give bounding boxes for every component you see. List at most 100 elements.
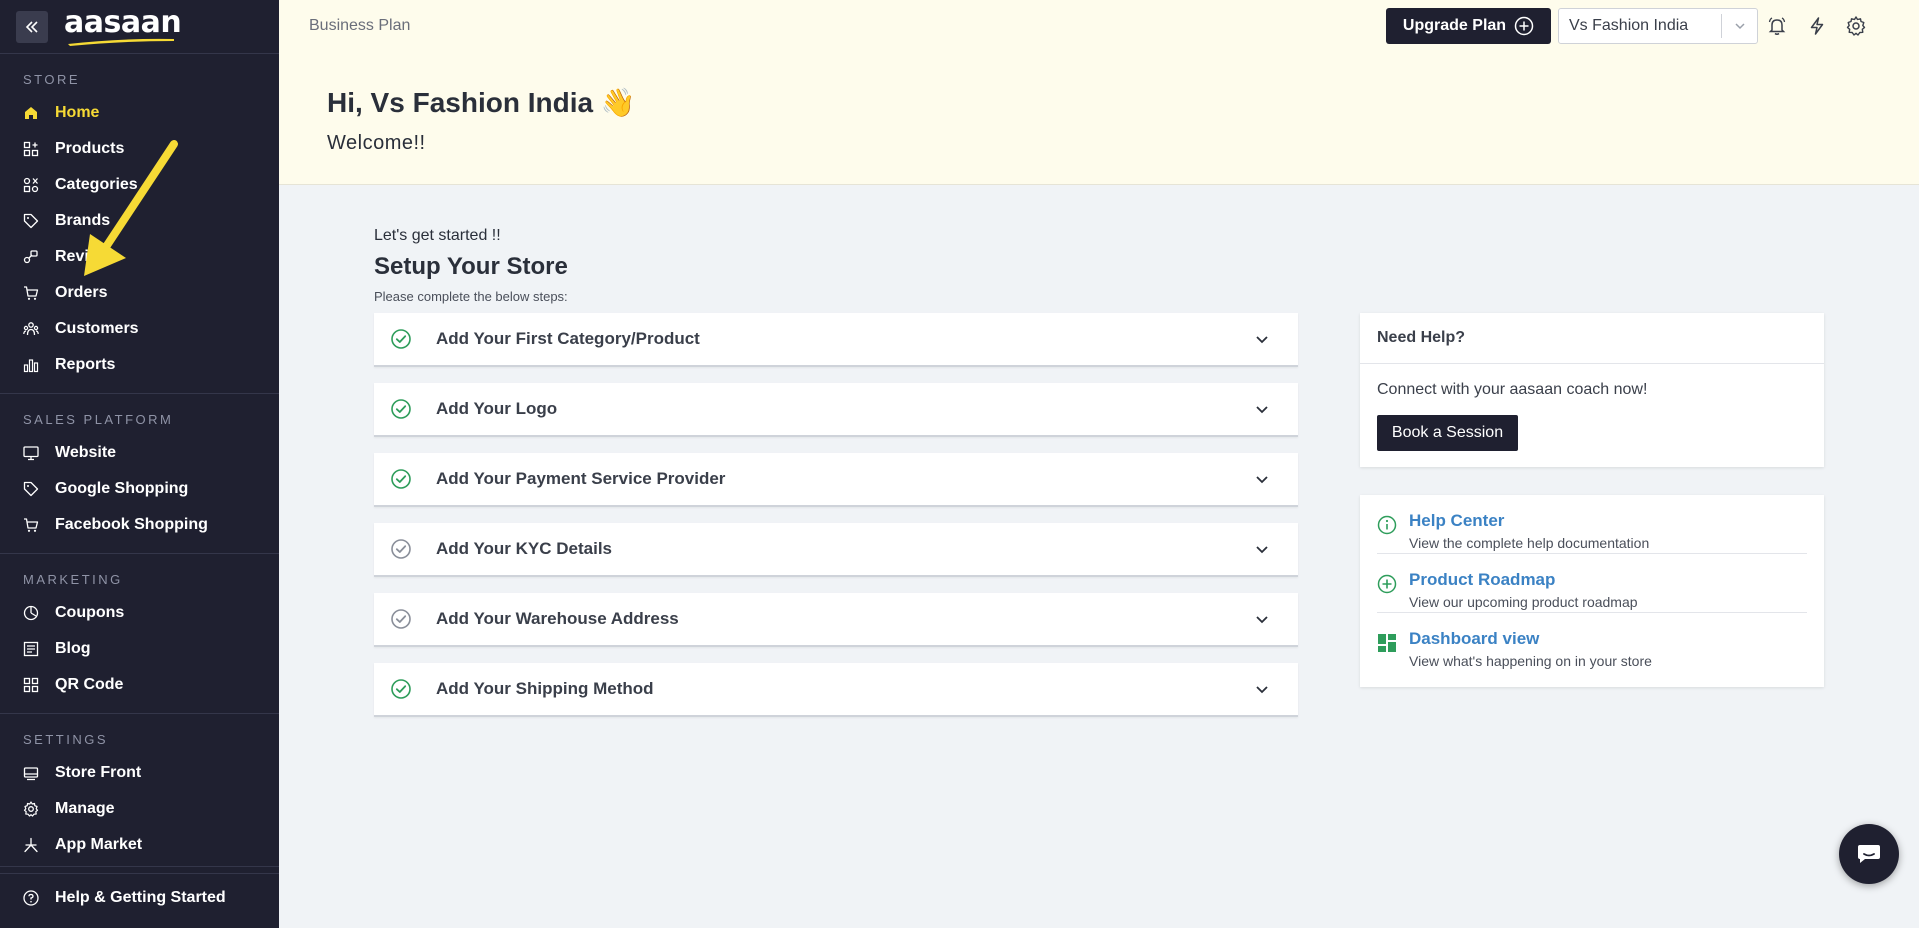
chevron-down-icon[interactable] [1252,401,1272,417]
chevron-down-icon[interactable] [1252,331,1272,347]
dashboard-icon [1377,633,1397,653]
sidebar-item-app-market[interactable]: App Market [0,827,279,863]
sidebar-item-google-shopping[interactable]: Google Shopping [0,471,279,507]
upgrade-plan-button[interactable]: Upgrade Plan [1386,8,1551,44]
store-selector[interactable]: Vs Fashion India [1558,8,1758,44]
tag-icon [23,481,39,497]
info-icon [1377,515,1397,535]
sidebar-item-blog[interactable]: Blog [0,631,279,667]
setup-step-label: Add Your Shipping Method [436,679,654,698]
sidebar-section-sales-platform: SALES PLATFORM Website Google Shopping Face… [0,394,279,554]
bar-chart-icon [23,357,39,373]
sidebar-item-label: Facebook Shopping [55,516,208,533]
help-getting-started-link[interactable]: Help & Getting Started [0,866,279,928]
plus-circle-icon [1514,16,1534,36]
sidebar-item-manage[interactable]: Manage [0,791,279,827]
sidebar-section-title: SETTINGS [23,732,109,747]
sidebar-item-label: QR Code [55,676,124,693]
help-link-title[interactable]: Product Roadmap [1409,570,1555,590]
sidebar-item-reviews[interactable]: Reviews [0,239,279,275]
sidebar-item-label: Brands [55,212,111,229]
setup-title: Setup Your Store [374,253,568,280]
collapse-sidebar-button[interactable] [16,10,48,43]
sidebar-item-facebook-shopping[interactable]: Facebook Shopping [0,507,279,543]
help-link-title[interactable]: Dashboard view [1409,629,1539,649]
lightning-icon[interactable] [1805,14,1829,38]
blog-icon [23,641,39,657]
sidebar-item-reports[interactable]: Reports [0,347,279,383]
help-link-help-center[interactable]: Help Center View the complete help docume… [1377,495,1807,554]
logo-swoosh-icon [68,38,174,46]
chevron-down-icon[interactable] [1252,611,1272,627]
chat-button[interactable] [1839,824,1899,884]
tag-icon [23,213,39,229]
plus-circle-icon [1377,574,1397,594]
chevron-down-icon[interactable] [1252,471,1272,487]
check-circle-icon [390,538,412,560]
setup-step-label: Add Your Payment Service Provider [436,469,726,488]
sidebar-item-orders[interactable]: Orders [0,275,279,311]
sidebar-section-title: STORE [23,72,81,87]
sidebar: aasaan STORE Home Products Categories Brands… [0,0,279,928]
setup-step[interactable]: Add Your Shipping Method [374,663,1298,717]
sidebar-item-categories[interactable]: Categories [0,167,279,203]
help-link-product-roadmap[interactable]: Product Roadmap View our upcoming product… [1377,554,1807,613]
products-icon [23,141,39,157]
setup-step[interactable]: Add Your KYC Details [374,523,1298,577]
page-header: Business Plan Upgrade Plan Vs Fashion In… [279,0,1919,185]
sidebar-item-label: Products [55,140,125,157]
sidebar-item-products[interactable]: Products [0,131,279,167]
setup-step-label: Add Your Logo [436,399,558,418]
customers-icon [23,321,39,337]
sidebar-item-label: Coupons [55,604,125,621]
setup-step-label: Add Your Warehouse Address [436,609,679,628]
sidebar-item-label: Blog [55,640,91,657]
welcome-text: Welcome!! [327,132,426,154]
need-help-title: Need Help? [1360,313,1824,364]
sidebar-section-marketing: MARKETING Coupons Blog QR Code [0,554,279,714]
upgrade-plan-label: Upgrade Plan [1402,17,1507,34]
setup-step-label: Add Your KYC Details [436,539,613,558]
sidebar-item-store-front[interactable]: Store Front [0,755,279,791]
sidebar-item-website[interactable]: Website [0,435,279,471]
greeting-heading: Hi, Vs Fashion India 👋 [327,87,636,118]
sidebar-section-title: SALES PLATFORM [23,412,174,427]
sidebar-item-label: Home [55,104,100,121]
categories-icon [23,177,39,193]
sidebar-item-customers[interactable]: Customers [0,311,279,347]
sidebar-item-label: Google Shopping [55,480,189,497]
sidebar-item-label: Categories [55,176,138,193]
logo[interactable]: aasaan [64,4,184,46]
qr-code-icon [23,677,39,693]
sidebar-item-label: Reviews [55,248,120,265]
logo-text: aasaan [64,4,182,40]
setup-step[interactable]: Add Your First Category/Product [374,313,1298,367]
sidebar-item-home[interactable]: Home [0,95,279,131]
sidebar-section-store: STORE Home Products Categories Brands Reviews… [0,54,279,394]
sidebar-header: aasaan [0,0,279,54]
setup-step[interactable]: Add Your Payment Service Provider [374,453,1298,507]
sidebar-item-label: Manage [55,800,115,817]
help-link-title[interactable]: Help Center [1409,511,1504,531]
chevron-down-icon[interactable] [1252,681,1272,697]
sidebar-item-coupons[interactable]: Coupons [0,595,279,631]
store-selector-value: Vs Fashion India [1569,17,1689,34]
help-link-description: View what's happening on in your store [1409,653,1652,669]
home-icon [23,105,39,121]
sidebar-item-qr-code[interactable]: QR Code [0,667,279,703]
setup-step[interactable]: Add Your Logo [374,383,1298,437]
gear-icon [23,801,39,817]
monitor-icon [23,445,39,461]
need-help-text: Connect with your aasaan coach now! [1377,381,1648,398]
check-circle-icon [390,468,412,490]
help-link-dashboard-view[interactable]: Dashboard view View what's happening on i… [1377,613,1807,672]
book-session-button[interactable]: Book a Session [1377,415,1518,451]
sidebar-item-brands[interactable]: Brands [0,203,279,239]
setup-step-label: Add Your First Category/Product [436,329,700,348]
chevron-down-icon[interactable] [1252,541,1272,557]
settings-gear-icon[interactable] [1844,14,1868,38]
sidebar-section-title: MARKETING [23,572,123,587]
setup-step[interactable]: Add Your Warehouse Address [374,593,1298,647]
notifications-bell-icon[interactable] [1765,14,1789,38]
chevron-down-icon [1721,14,1757,38]
